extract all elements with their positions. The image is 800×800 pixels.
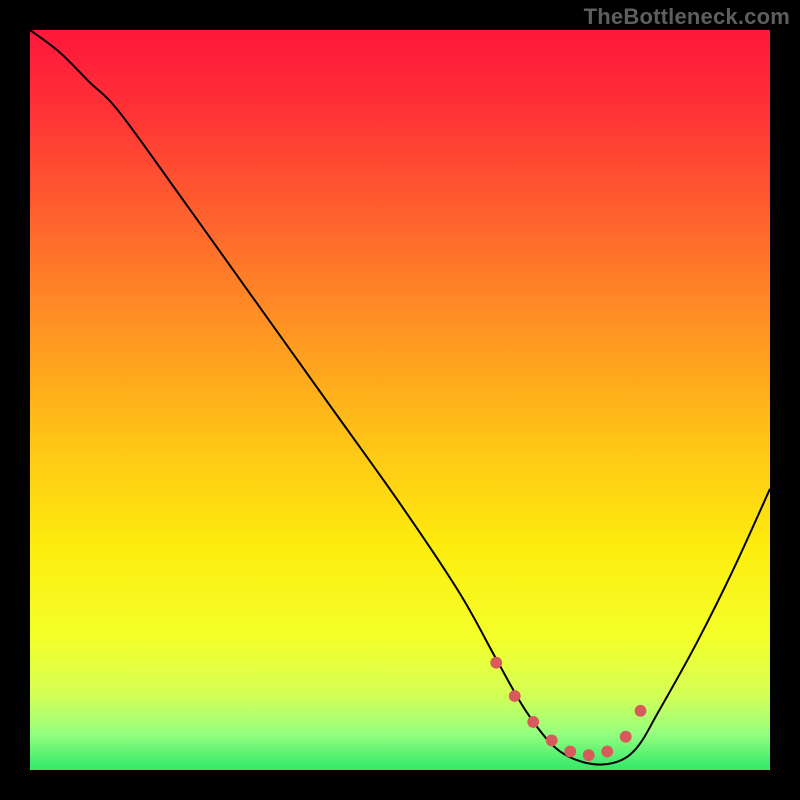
marker-dot [527, 716, 539, 728]
marker-dot [509, 690, 521, 702]
watermark-text: TheBottleneck.com [584, 4, 790, 30]
marker-dot [635, 705, 647, 717]
marker-dot [546, 734, 558, 746]
chart-frame: TheBottleneck.com [0, 0, 800, 800]
marker-dot [490, 657, 502, 669]
plot-area [30, 30, 770, 770]
marker-dot [620, 731, 632, 743]
marker-dot [583, 749, 595, 761]
optimal-range-markers [30, 30, 770, 770]
marker-dot [601, 746, 613, 758]
marker-dot [564, 746, 576, 758]
